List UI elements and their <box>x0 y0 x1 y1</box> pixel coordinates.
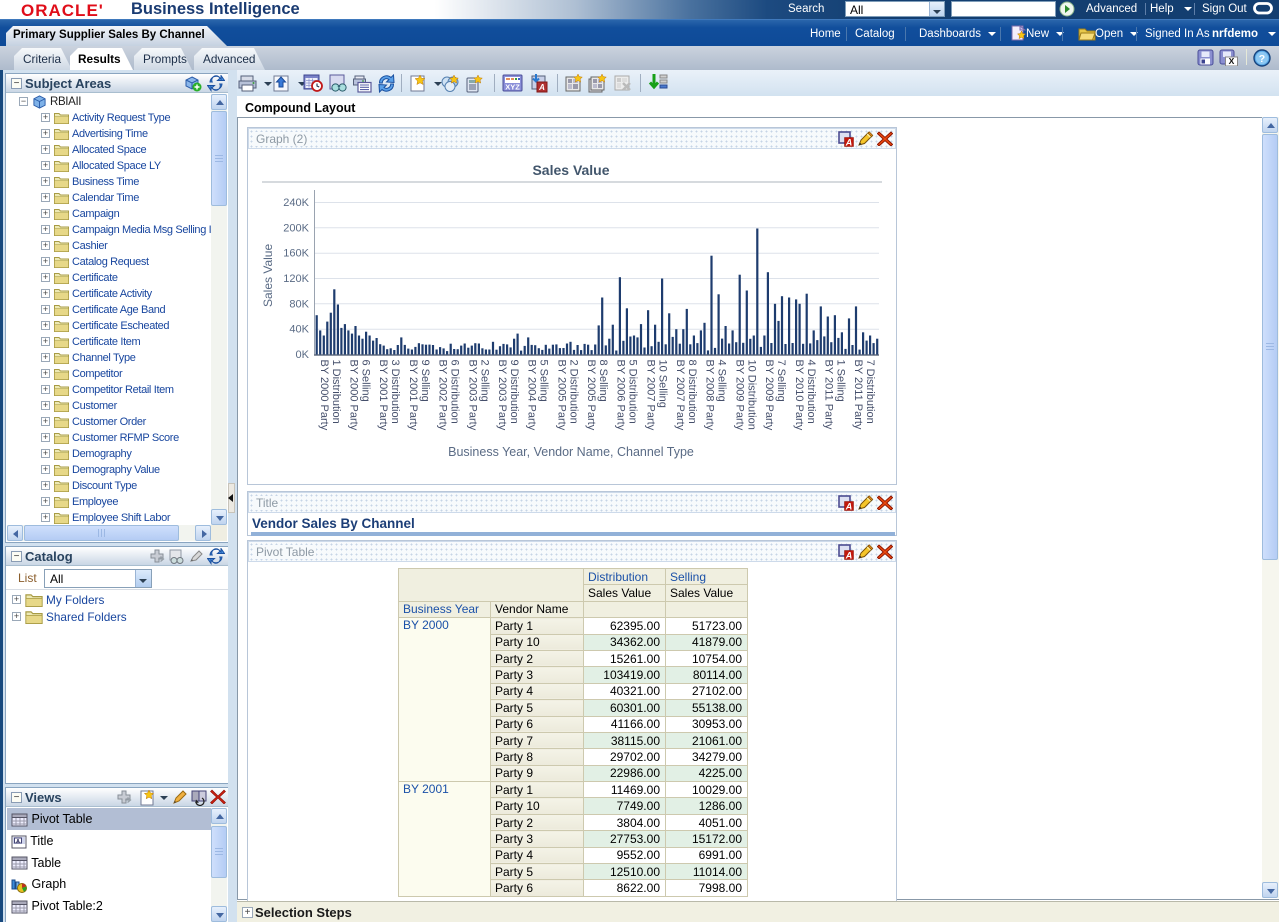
svg-text:BY 2006 Party: BY 2006 Party <box>615 360 627 431</box>
svg-text:A: A <box>16 838 20 844</box>
svg-text:10 Distribution: 10 Distribution <box>745 360 757 430</box>
svg-text:1 Distribution: 1 Distribution <box>330 360 342 424</box>
svg-text:BY 2001 Party: BY 2001 Party <box>407 360 419 431</box>
svg-text:1 Selling: 1 Selling <box>835 360 847 402</box>
svg-text:BY 2009 Party: BY 2009 Party <box>733 360 745 431</box>
svg-text:160K: 160K <box>283 248 309 260</box>
svg-text:10 Selling: 10 Selling <box>656 360 668 408</box>
svg-text:XYZ: XYZ <box>505 83 520 92</box>
svg-text:8 Distribution: 8 Distribution <box>686 360 698 424</box>
svg-text:2 Selling: 2 Selling <box>478 360 490 402</box>
svg-text:Sales Value: Sales Value <box>261 244 275 307</box>
svg-text:BY 2011 Party: BY 2011 Party <box>852 360 864 430</box>
svg-text:5 Selling: 5 Selling <box>538 360 550 402</box>
svg-text:Sales Value: Sales Value <box>532 162 609 178</box>
svg-text:3 Distribution: 3 Distribution <box>389 360 401 424</box>
svg-text:2 Distribution: 2 Distribution <box>567 360 579 424</box>
svg-text:0K: 0K <box>296 349 310 361</box>
svg-text:80K: 80K <box>289 298 309 310</box>
svg-text:BY 2010 Party: BY 2010 Party <box>793 360 805 431</box>
svg-text:7 Distribution: 7 Distribution <box>864 360 876 424</box>
svg-text:9 Distribution: 9 Distribution <box>508 360 520 424</box>
svg-text:A: A <box>845 551 853 561</box>
svg-text:BY 2003 Party: BY 2003 Party <box>466 360 478 431</box>
svg-text:BY 2002 Party: BY 2002 Party <box>437 360 449 431</box>
svg-text:BY 2001 Party: BY 2001 Party <box>377 360 389 431</box>
svg-text:9 Selling: 9 Selling <box>419 360 431 402</box>
svg-text:A: A <box>845 502 853 512</box>
svg-text:BY 2011 Party: BY 2011 Party <box>823 360 835 430</box>
svg-text:5 Distribution: 5 Distribution <box>627 360 639 424</box>
svg-text:6 Distribution: 6 Distribution <box>449 360 461 424</box>
svg-text:BY 2008 Party: BY 2008 Party <box>704 360 716 431</box>
svg-text:4 Selling: 4 Selling <box>716 360 728 402</box>
svg-text:40K: 40K <box>289 324 309 336</box>
svg-text:BY 2009 Party: BY 2009 Party <box>763 360 775 431</box>
svg-text:BY 2005 Party: BY 2005 Party <box>585 360 597 431</box>
svg-text:A: A <box>538 83 545 92</box>
svg-text:120K: 120K <box>283 273 309 285</box>
svg-text:8 Selling: 8 Selling <box>597 360 609 402</box>
svg-text:BY 2007 Party: BY 2007 Party <box>644 360 656 431</box>
svg-text:BY 2007 Party: BY 2007 Party <box>674 360 686 431</box>
svg-text:240K: 240K <box>283 197 309 209</box>
svg-text:BY 2000 Party: BY 2000 Party <box>318 360 330 431</box>
svg-text:200K: 200K <box>283 222 309 234</box>
svg-text:4 Distribution: 4 Distribution <box>805 360 817 424</box>
svg-text:Business Year, Vendor Name, Ch: Business Year, Vendor Name, Channel Type <box>448 445 694 459</box>
svg-text:BY 2004 Party: BY 2004 Party <box>526 360 538 431</box>
svg-text:BY 2005 Party: BY 2005 Party <box>555 360 567 431</box>
svg-text:X: X <box>1229 56 1235 66</box>
svg-text:BY 2000 Party: BY 2000 Party <box>348 360 360 431</box>
svg-text:BY 2003 Party: BY 2003 Party <box>496 360 508 431</box>
svg-text:6 Selling: 6 Selling <box>360 360 372 402</box>
svg-text:?: ? <box>1259 53 1265 65</box>
svg-text:7 Selling: 7 Selling <box>775 360 787 402</box>
